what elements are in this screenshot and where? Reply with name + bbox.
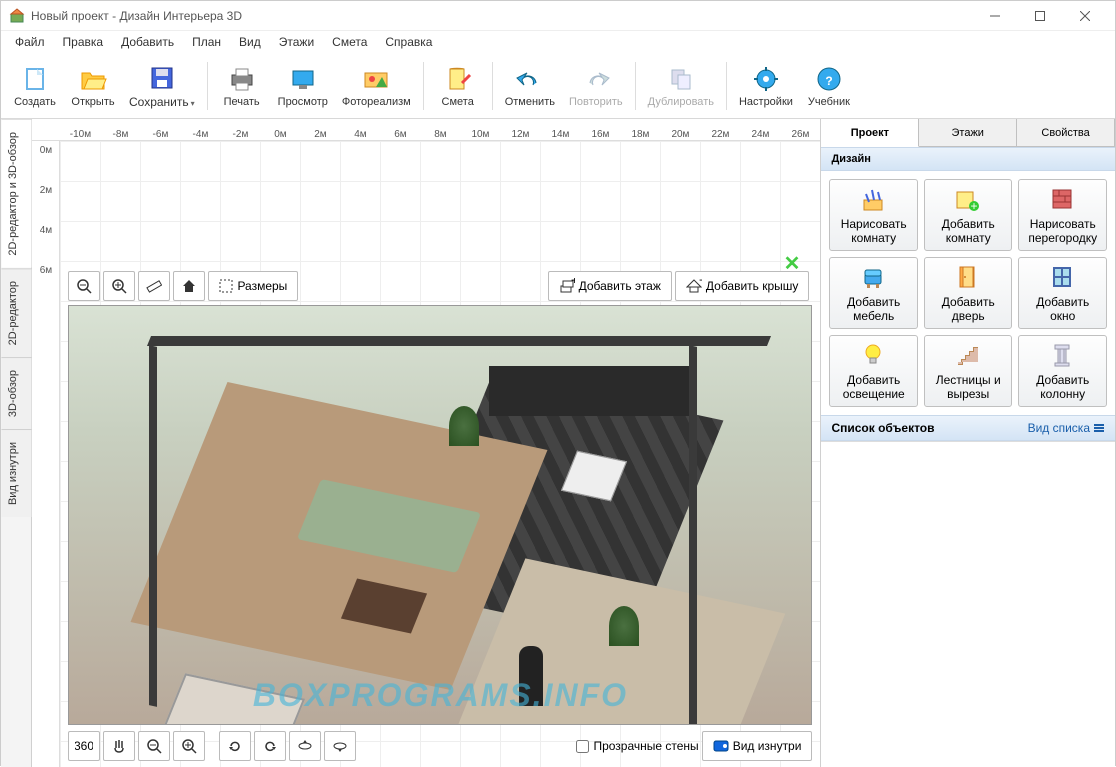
- zoom-out-button[interactable]: [68, 271, 100, 301]
- chevron-down-icon: ▾: [191, 99, 195, 108]
- rotate-left-button[interactable]: [219, 731, 251, 761]
- workspace: -10м-8м-6м-4м-2м0м2м4м6м8м10м12м14м16м18…: [32, 119, 820, 767]
- rtab-project[interactable]: Проект: [821, 119, 919, 147]
- toolbar-undo[interactable]: Отменить: [499, 58, 561, 114]
- right-panel: Проект Этажи Свойства Дизайн Нарисоватьк…: [820, 119, 1115, 767]
- dimensions-button[interactable]: Размеры: [208, 271, 298, 301]
- window-title: Новый проект - Дизайн Интерьера 3D: [31, 9, 972, 23]
- toolbar-duplicate: Дублировать: [642, 58, 720, 114]
- menu-plan[interactable]: План: [184, 32, 229, 52]
- zoom-in-button[interactable]: [103, 271, 135, 301]
- app-icon: [9, 8, 25, 24]
- toolbar-print[interactable]: Печать: [214, 58, 270, 114]
- main-toolbar: Создать Открыть Сохранить▾ Печать Просмо…: [1, 53, 1115, 119]
- vtab-2d-3d[interactable]: 2D-редактор и 3D-обзор: [1, 119, 31, 268]
- tilt-up-button[interactable]: [289, 731, 321, 761]
- pan-button[interactable]: [103, 731, 135, 761]
- btn-stairs[interactable]: Лестницы ивырезы: [924, 335, 1013, 407]
- canvas-bottom-toolbar: 360 Прозрачные стены Вид изнутри: [68, 729, 812, 763]
- ruler-horizontal: -10м-8м-6м-4м-2м0м2м4м6м8м10м12м14м16м18…: [32, 119, 820, 141]
- svg-text:?: ?: [825, 74, 832, 88]
- menu-estimate[interactable]: Смета: [324, 32, 375, 52]
- toolbar-redo: Повторить: [563, 58, 629, 114]
- transparent-walls-checkbox[interactable]: Прозрачные стены: [576, 739, 698, 753]
- menu-file[interactable]: Файл: [7, 32, 53, 52]
- menubar: Файл Правка Добавить План Вид Этажи Смет…: [1, 31, 1115, 53]
- titlebar: Новый проект - Дизайн Интерьера 3D: [1, 1, 1115, 31]
- vtab-inside[interactable]: Вид изнутри: [1, 429, 31, 517]
- watermark: BOXPROGRAMS.INFO: [253, 677, 628, 714]
- toolbar-help[interactable]: ?Учебник: [801, 58, 857, 114]
- vertical-tabs: 2D-редактор и 3D-обзор 2D-редактор 3D-об…: [1, 119, 32, 767]
- rotate-right-button[interactable]: [254, 731, 286, 761]
- btn-add-lighting[interactable]: Добавитьосвещение: [829, 335, 918, 407]
- btn-add-column[interactable]: Добавитьколонну: [1018, 335, 1107, 407]
- home-button[interactable]: [173, 271, 205, 301]
- close-button[interactable]: [1062, 2, 1107, 30]
- object-list[interactable]: [821, 441, 1115, 767]
- measure-button[interactable]: [138, 271, 170, 301]
- toolbar-open[interactable]: Открыть: [65, 58, 121, 114]
- right-tabs: Проект Этажи Свойства: [821, 119, 1115, 147]
- svg-text:+: +: [571, 278, 575, 287]
- canvas[interactable]: ✕ Размеры +Добавить этаж +Добавить крышу: [60, 141, 820, 767]
- maximize-button[interactable]: [1017, 2, 1062, 30]
- rtab-properties[interactable]: Свойства: [1017, 119, 1115, 146]
- 3d-preview[interactable]: BOXPROGRAMS.INFO: [68, 305, 812, 725]
- add-floor-button[interactable]: +Добавить этаж: [548, 271, 672, 301]
- btn-draw-partition[interactable]: Нарисоватьперегородку: [1018, 179, 1107, 251]
- canvas-toolbar: Размеры +Добавить этаж +Добавить крышу: [68, 269, 812, 303]
- section-objects-header: Список объектов Вид списка: [821, 415, 1115, 441]
- rtab-floors[interactable]: Этажи: [919, 119, 1017, 146]
- add-roof-button[interactable]: +Добавить крышу: [675, 271, 810, 301]
- minimize-button[interactable]: [972, 2, 1017, 30]
- menu-help[interactable]: Справка: [377, 32, 440, 52]
- list-view-link[interactable]: Вид списка: [1028, 421, 1105, 435]
- menu-floors[interactable]: Этажи: [271, 32, 322, 52]
- btn-add-furniture[interactable]: Добавитьмебель: [829, 257, 918, 329]
- svg-text:360: 360: [75, 739, 93, 753]
- toolbar-preview[interactable]: Просмотр: [272, 58, 334, 114]
- menu-view[interactable]: Вид: [231, 32, 269, 52]
- vtab-2d[interactable]: 2D-редактор: [1, 268, 31, 357]
- section-design-header: Дизайн: [821, 147, 1115, 171]
- toolbar-estimate[interactable]: Смета: [430, 58, 486, 114]
- zoom-out-3d-button[interactable]: [138, 731, 170, 761]
- zoom-in-3d-button[interactable]: [173, 731, 205, 761]
- btn-add-door[interactable]: Добавитьдверь: [924, 257, 1013, 329]
- ruler-vertical: 0м2м4м6м: [32, 141, 60, 767]
- svg-text:+: +: [971, 199, 978, 212]
- view-360-button[interactable]: 360: [68, 731, 100, 761]
- toolbar-settings[interactable]: Настройки: [733, 58, 799, 114]
- svg-text:+: +: [699, 278, 702, 287]
- btn-add-room[interactable]: +Добавитькомнату: [924, 179, 1013, 251]
- inside-view-button[interactable]: Вид изнутри: [702, 731, 813, 761]
- btn-draw-room[interactable]: Нарисоватькомнату: [829, 179, 918, 251]
- toolbar-save[interactable]: Сохранить▾: [123, 58, 201, 114]
- tilt-down-button[interactable]: [324, 731, 356, 761]
- btn-add-window[interactable]: Добавитьокно: [1018, 257, 1107, 329]
- vtab-3d[interactable]: 3D-обзор: [1, 357, 31, 429]
- menu-add[interactable]: Добавить: [113, 32, 182, 52]
- toolbar-photorealism[interactable]: Фотореализм: [336, 58, 417, 114]
- toolbar-create[interactable]: Создать: [7, 58, 63, 114]
- menu-edit[interactable]: Правка: [55, 32, 112, 52]
